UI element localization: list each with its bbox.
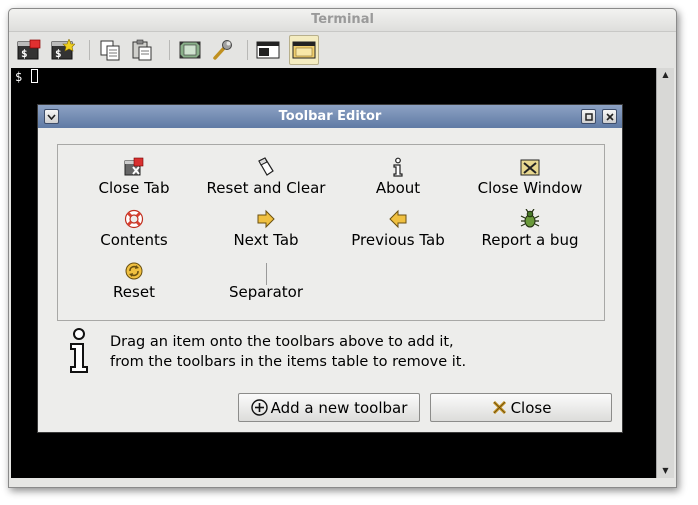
item-label: Contents <box>100 231 168 249</box>
reset-icon <box>125 262 143 280</box>
preferences-button[interactable] <box>209 37 235 63</box>
show-menubar-button[interactable] <box>255 37 281 63</box>
item-label: Report a bug <box>481 231 579 249</box>
info-icon <box>70 328 88 373</box>
dialog-title: Toolbar Editor <box>278 109 382 124</box>
terminal-prompt: $ <box>15 70 23 84</box>
dialog-titlebar: Toolbar Editor <box>38 105 622 128</box>
item-label: Close Tab <box>98 179 170 197</box>
eraser-icon <box>258 157 274 176</box>
maximize-icon <box>584 112 593 121</box>
item-label: Reset and Clear <box>206 179 326 197</box>
close-label: Close <box>510 398 552 417</box>
item-close-window[interactable]: Close Window <box>464 155 596 205</box>
bug-icon <box>520 209 540 228</box>
close-button[interactable]: Close <box>430 393 612 422</box>
maximize-button[interactable] <box>581 109 596 124</box>
scroll-down-arrow[interactable]: ▼ <box>657 464 674 478</box>
info-message: Drag an item onto the toolbars above to … <box>110 332 466 372</box>
arrow-right-icon <box>257 209 275 229</box>
new-window-button[interactable]: $ <box>50 37 76 63</box>
toolbar-separator <box>169 40 170 60</box>
toolbar-editor-icon <box>292 41 316 59</box>
fullscreen-button[interactable] <box>177 37 203 63</box>
item-label: Next Tab <box>233 231 299 249</box>
copy-button[interactable] <box>97 37 123 63</box>
chevron-down-icon <box>47 113 56 120</box>
item-label: About <box>375 179 421 197</box>
item-label: Reset <box>113 283 155 301</box>
svg-text:$: $ <box>21 47 28 60</box>
toolbar-editor-dialog: Toolbar Editor Close Tab Reset and Clear… <box>37 104 623 433</box>
separator-icon <box>266 263 267 285</box>
add-icon <box>250 399 268 416</box>
info-line-1: Drag an item onto the toolbars above to … <box>110 334 454 350</box>
window-icon <box>256 41 280 59</box>
paste-icon <box>132 39 152 61</box>
terminal-toolbar: $ $ <box>9 32 676 68</box>
add-toolbar-label: Add a new toolbar <box>270 398 408 417</box>
item-reset[interactable]: Reset <box>68 259 200 309</box>
scroll-up-arrow[interactable]: ▲ <box>657 68 674 82</box>
item-about[interactable]: About <box>332 155 464 205</box>
info-icon <box>393 157 403 177</box>
terminal-cursor <box>31 69 38 83</box>
toolbar-separator <box>247 40 248 60</box>
item-label: Previous Tab <box>351 231 445 249</box>
item-next-tab[interactable]: Next Tab <box>200 207 332 257</box>
wrench-icon <box>213 40 232 60</box>
arrow-left-icon <box>389 209 407 229</box>
item-reset-and-clear[interactable]: Reset and Clear <box>200 155 332 205</box>
toolbar-separator <box>89 40 90 60</box>
item-close-tab[interactable]: Close Tab <box>68 155 200 205</box>
close-window-icon <box>520 159 540 176</box>
item-separator[interactable]: Separator <box>200 259 332 309</box>
dialog-close-button[interactable] <box>602 109 617 124</box>
close-tab-icon <box>124 157 144 176</box>
item-report-a-bug[interactable]: Report a bug <box>464 207 596 257</box>
new-tab-button[interactable]: $ <box>16 37 42 63</box>
svg-text:$: $ <box>55 47 62 60</box>
items-table: Close Tab Reset and Clear About Close Wi… <box>57 144 605 321</box>
paste-button[interactable] <box>129 37 155 63</box>
fullscreen-icon <box>179 41 201 59</box>
new-tab-icon: $ <box>17 39 41 60</box>
new-window-icon: $ <box>51 39 75 60</box>
item-contents[interactable]: Contents <box>68 207 200 257</box>
terminal-scrollbar[interactable]: ▲ ▼ <box>656 68 674 478</box>
add-toolbar-button[interactable]: Add a new toolbar <box>238 393 420 422</box>
terminal-title: Terminal <box>9 9 676 32</box>
info-line-2: from the toolbars in the items table to … <box>110 354 467 370</box>
window-menu-button[interactable] <box>44 109 59 124</box>
copy-icon <box>100 40 120 61</box>
close-icon <box>605 112 614 121</box>
item-label: Separator <box>228 283 304 301</box>
close-icon <box>492 400 506 415</box>
toolbar-editor-button[interactable] <box>289 35 319 65</box>
item-previous-tab[interactable]: Previous Tab <box>332 207 464 257</box>
lifebuoy-icon <box>124 209 144 229</box>
item-label: Close Window <box>477 179 583 197</box>
